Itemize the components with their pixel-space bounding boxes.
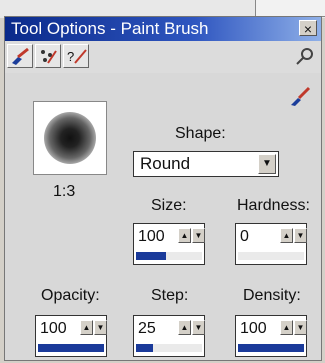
help-brush-tab-icon[interactable]: ? [63,44,89,68]
density-value[interactable]: 100 [240,320,267,338]
density-up-button[interactable]: ▲ [280,320,293,335]
svg-text:?: ? [67,49,74,64]
size-value[interactable]: 100 [138,228,165,246]
opacity-spinner[interactable]: 100 ▲ ▼ [35,315,107,357]
shape-label: Shape: [175,125,226,142]
step-label: Step: [151,287,189,304]
brush-preview [33,101,107,175]
opacity-slider[interactable] [38,344,104,352]
step-up-button[interactable]: ▲ [178,320,191,335]
brush-pick-icon[interactable] [289,85,311,112]
opacity-up-button[interactable]: ▲ [80,320,93,335]
opacity-value[interactable]: 100 [40,320,67,338]
size-label: Size: [151,197,187,214]
step-value[interactable]: 25 [138,320,156,338]
brush-tab-icon[interactable] [7,44,33,68]
hardness-label: Hardness: [237,197,310,214]
step-slider[interactable] [136,344,202,352]
hardness-slider[interactable] [238,252,304,260]
window-title: Tool Options - Paint Brush [11,19,209,38]
size-slider[interactable] [136,252,202,260]
hardness-spinner[interactable]: 0 ▲ ▼ [235,223,307,265]
options-panel: 1:3 Shape: Round ▼ Size: Hardness: 100 ▲… [5,73,321,360]
density-slider[interactable] [238,344,304,352]
toolbar: ? [5,42,321,72]
opacity-down-button[interactable]: ▼ [94,320,107,335]
size-down-button[interactable]: ▼ [192,228,205,243]
shape-select[interactable]: Round ▼ [133,151,279,177]
title-bar[interactable]: Tool Options - Paint Brush × [5,17,321,41]
step-spinner[interactable]: 25 ▲ ▼ [133,315,205,357]
magnify-icon[interactable] [295,47,315,70]
size-spinner[interactable]: 100 ▲ ▼ [133,223,205,265]
density-spinner[interactable]: 100 ▲ ▼ [235,315,307,357]
hardness-value[interactable]: 0 [240,228,249,246]
effects-tab-icon[interactable] [35,44,61,68]
chevron-down-icon[interactable]: ▼ [258,154,276,174]
preview-ratio: 1:3 [53,183,76,200]
step-down-button[interactable]: ▼ [192,320,205,335]
shape-value: Round [140,154,191,173]
hardness-up-button[interactable]: ▲ [280,228,293,243]
density-label: Density: [243,287,301,304]
density-down-button[interactable]: ▼ [294,320,307,335]
size-up-button[interactable]: ▲ [178,228,191,243]
close-button[interactable]: × [299,20,317,37]
tool-options-window: Tool Options - Paint Brush × ? 1:3 Shape… [4,16,322,361]
opacity-label: Opacity: [41,287,100,304]
hardness-down-button[interactable]: ▼ [294,228,307,243]
